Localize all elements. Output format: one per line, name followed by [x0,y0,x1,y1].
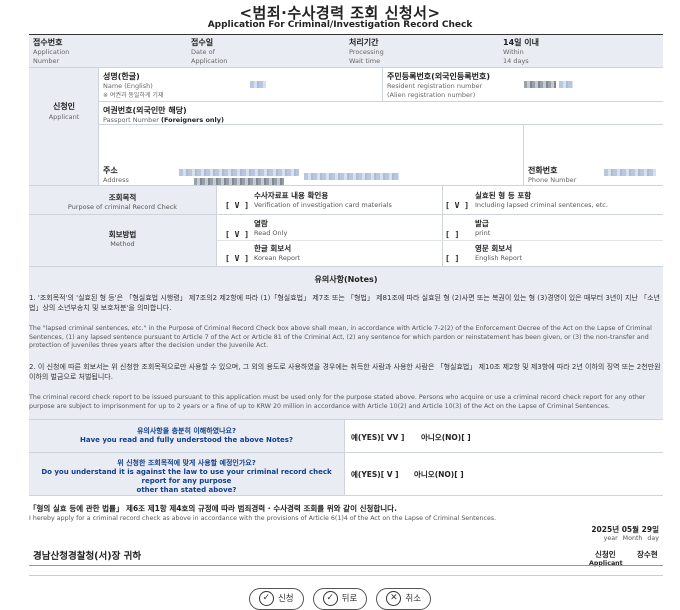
phone-field: 전화번호 Phone Number [523,125,663,185]
question-1-yes[interactable]: 예(YES)[ VV ] [351,432,404,443]
checkbox-verify[interactable]: [ V ] [225,201,249,210]
checkbox-korean-report[interactable]: [ V ] [225,254,249,263]
declaration-korean: 「형의 실효 등에 관한 법률」 제6조 제1항 제4호의 규정에 따라 범죄경… [29,503,397,514]
passport-field: 여권번호(외국인만 해당) Passport Number (Foreigner… [99,102,663,125]
receipt-number: 접수번호 Application Number [33,37,69,66]
purpose-option-verify[interactable]: [ V ] [225,193,249,212]
divider [29,565,663,566]
signature-name: 장수현 [637,549,658,560]
note-1-english: The "lapsed criminal sentences, etc." in… [29,325,661,351]
question-1: 유의사항을 충분히 이해하였나요? Have you read and full… [29,420,345,452]
application-page: <범죄·수사경력 조회 신청서> Application For Crimina… [0,0,680,607]
checkbox-print[interactable]: [ ] [445,230,459,239]
application-date: 2025년 05월 29일 [591,524,659,535]
declaration-english: I hereby apply for a criminal record che… [29,515,496,522]
method-label: 회보방법 Method [29,215,217,266]
method-print[interactable]: [ ] [445,222,459,241]
purpose-row: 조회목적 Purpose of criminal Record Check [ … [29,186,663,215]
question-2-no[interactable]: 아니오(NO)[ ] [414,469,464,480]
question-2: 위 신청한 조회목적에 맞게 사용할 예정인가요? Do you underst… [29,453,345,495]
applicant-block: 신청인 Applicant 성명(한글) Name (English) ※ 여권… [29,68,663,186]
checkbox-read-only[interactable]: [ V ] [225,230,249,239]
check-icon: ✓ [259,591,274,606]
close-icon: ✕ [386,591,401,606]
address-value-redacted [179,169,299,176]
method-english-report[interactable]: [ ] [445,246,459,265]
note-2-korean: 2. 이 신청에 따른 회보서는 위 신청한 조회목적으로만 사용할 수 있으며… [29,362,661,382]
page-subtitle: Application For Criminal/Investigation R… [0,20,680,30]
applicant-label: 신청인 Applicant [29,68,99,185]
processing-period: 처리기간 Processing Wait time [349,37,384,66]
note-2-english: The criminal record check report to be i… [29,394,661,411]
question-2-yes[interactable]: 예(YES)[ V ] [351,469,399,480]
question-1-no[interactable]: 아니오(NO)[ ] [421,432,471,443]
purpose-option-lapsed[interactable]: [ V ] [445,193,469,212]
rrn-value-redacted [524,81,556,88]
phone-value-redacted [604,169,656,176]
processing-within: 14일 이내 Within 14 days [503,37,539,66]
name-value-redacted [250,81,266,88]
notes-section: 유의사항(Notes) 1. '조회목적'의 '실효된 형 등'은 「형실효법 … [29,267,663,420]
question-1-row: 유의사항을 충분히 이해하였나요? Have you read and full… [29,420,663,453]
method-read-only[interactable]: [ V ] [225,222,249,241]
declaration-block: 「형의 실효 등에 관한 법률」 제6조 제1항 제4호의 규정에 따라 범죄경… [29,499,663,579]
method-row: 회보방법 Method [ V ] 열람 Read Only [ ] 발급 pr… [29,215,663,267]
note-1-korean: 1. '조회목적'의 '실효된 형 등'은 「형실효법 시행령」 제7조의2 제… [29,293,661,313]
application-form: 접수번호 Application Number 접수일 Date of Appl… [29,34,663,35]
method-korean-report[interactable]: [ V ] [225,246,249,265]
check-icon: ✓ [323,591,338,606]
notes-title: 유의사항(Notes) [29,274,663,285]
name-field: 성명(한글) Name (English) ※ 여권과 동일하게 기재 [99,68,382,102]
receipt-row: 접수번호 Application Number 접수일 Date of Appl… [29,35,663,68]
button-bar: ✓신청 ✓뒤로 ✕취소 [0,586,680,610]
rrn-field: 주민등록번호(외국인등록번호) Resident registration nu… [382,68,663,102]
receipt-date: 접수일 Date of Application [191,37,227,66]
recipient: 경남산청경찰청(서)장 귀하 [33,548,141,562]
signature-label: 신청인 [595,549,616,560]
question-2-row: 위 신청한 조회목적에 맞게 사용할 예정인가요? Do you underst… [29,453,663,496]
checkbox-lapsed[interactable]: [ V ] [445,201,469,210]
purpose-label: 조회목적 Purpose of criminal Record Check [29,186,217,214]
checkbox-english-report[interactable]: [ ] [445,254,459,263]
address-field: 주소 Address [99,125,523,185]
